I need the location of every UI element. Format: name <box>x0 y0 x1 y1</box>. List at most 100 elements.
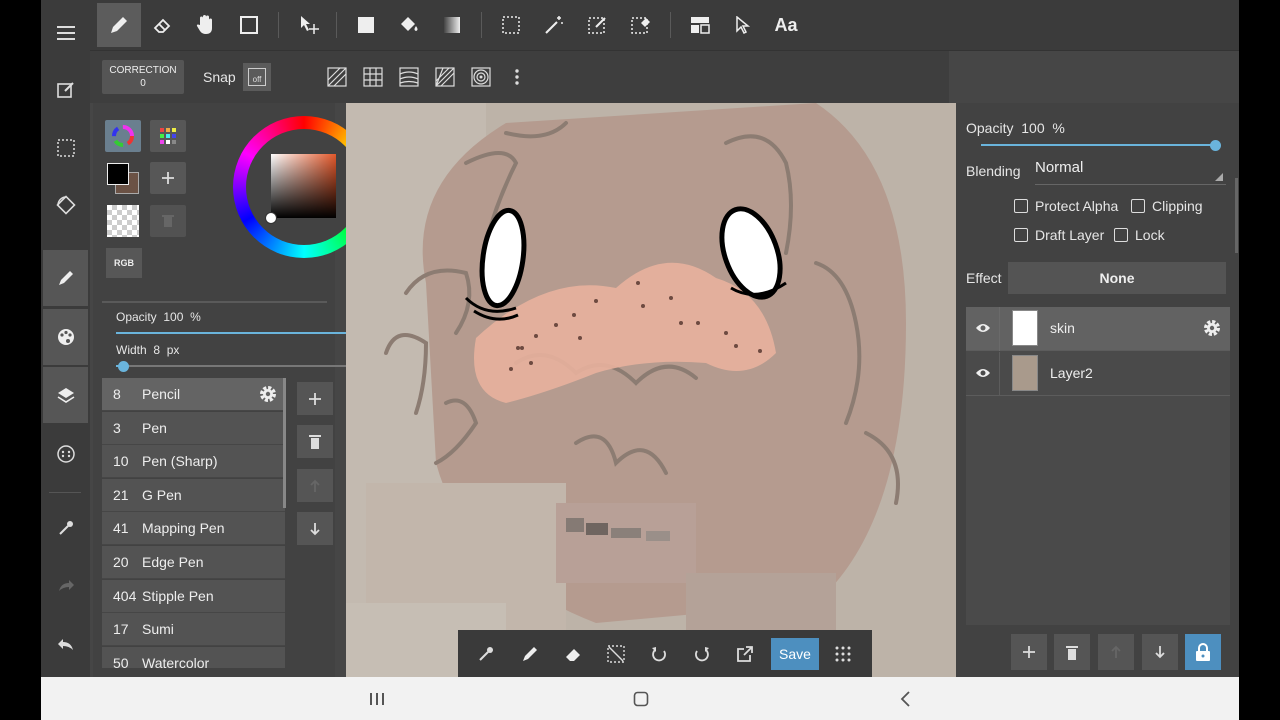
delete-color-button[interactable] <box>150 205 186 237</box>
recent-apps-button[interactable] <box>365 687 389 711</box>
eye-icon[interactable] <box>975 367 991 379</box>
brush-row[interactable]: 21 G Pen <box>102 478 285 512</box>
eye-icon[interactable] <box>975 322 991 334</box>
frame-divider-button[interactable] <box>678 3 722 47</box>
rotate-canvas-button[interactable] <box>43 177 88 233</box>
menu-button[interactable] <box>43 5 88 61</box>
snap-more-button[interactable] <box>503 63 531 91</box>
lock-layer-button[interactable] <box>1185 634 1221 670</box>
selection-pen-button[interactable] <box>576 3 620 47</box>
brush-row[interactable]: 404 Stipple Pen <box>102 579 285 613</box>
text-tool-button[interactable]: Aa <box>764 3 808 47</box>
delete-brush-button[interactable] <box>297 425 333 458</box>
operation-tool-button[interactable] <box>721 3 765 47</box>
brush-row[interactable]: 3 Pen <box>102 411 285 445</box>
snap-perspective-button[interactable] <box>431 63 459 91</box>
undo-button[interactable] <box>43 617 88 673</box>
fill-rect-button[interactable] <box>344 3 388 47</box>
eraser-tool-button[interactable] <box>140 3 184 47</box>
quick-eyedropper-button[interactable] <box>470 638 502 670</box>
save-button[interactable]: Save <box>771 638 819 670</box>
fg-bg-color[interactable] <box>105 160 141 196</box>
foreground-color-swatch[interactable] <box>107 163 129 185</box>
brush-row[interactable]: 17 Sumi <box>102 613 285 647</box>
snap-circle-button[interactable] <box>467 63 495 91</box>
bucket-tool-button[interactable] <box>387 3 431 47</box>
saturation-handle[interactable] <box>265 212 277 224</box>
drawing-canvas[interactable] <box>346 103 956 677</box>
brush-tool-tab[interactable] <box>43 250 88 306</box>
move-brush-down-button[interactable] <box>297 512 333 545</box>
quick-eraser-button[interactable] <box>557 638 589 670</box>
external-link-icon <box>737 646 753 662</box>
brush-row[interactable]: 50 Watercolor <box>102 646 285 668</box>
brush-row[interactable]: 10 Pen (Sharp) <box>102 445 285 479</box>
palette-mode-button[interactable] <box>150 120 186 152</box>
snap-parallel-button[interactable] <box>323 63 351 91</box>
brush-size: 10 <box>113 453 129 470</box>
add-color-button[interactable] <box>150 162 186 194</box>
redo-button[interactable] <box>43 558 88 614</box>
selection-eraser-button[interactable] <box>619 3 663 47</box>
transparent-color-swatch[interactable] <box>107 205 139 237</box>
protect-alpha-checkbox[interactable]: Protect Alpha <box>1014 198 1118 214</box>
delete-layer-button[interactable] <box>1054 634 1090 670</box>
back-button[interactable] <box>893 687 917 711</box>
lock-checkbox[interactable]: Lock <box>1114 227 1165 243</box>
brush-row[interactable]: 20 Edge Pen <box>102 546 285 579</box>
redo-icon <box>58 580 74 591</box>
snap-label: Snap <box>203 69 236 85</box>
eyedropper-button[interactable] <box>43 500 88 556</box>
slider-track[interactable] <box>116 365 361 367</box>
quick-export-button[interactable] <box>729 638 761 670</box>
add-layer-button[interactable] <box>1011 634 1047 670</box>
color-tab[interactable] <box>43 309 88 365</box>
brush-row[interactable]: 41 Mapping Pen <box>102 512 285 546</box>
layer-row-skin[interactable]: skin <box>966 307 1230 351</box>
hand-tool-button[interactable] <box>183 3 227 47</box>
color-wheel-mode-button[interactable] <box>105 120 141 152</box>
quick-deselect-button[interactable] <box>600 638 632 670</box>
draft-layer-checkbox[interactable]: Draft Layer <box>1014 227 1104 243</box>
gear-icon[interactable] <box>258 384 278 404</box>
eraser-icon <box>566 649 580 661</box>
saturation-value-square[interactable] <box>271 154 336 218</box>
move-tool-button[interactable] <box>287 3 331 47</box>
shape-tool-button[interactable] <box>227 3 271 47</box>
move-brush-up-button[interactable] <box>297 469 333 502</box>
slider-knob[interactable] <box>118 360 130 372</box>
magic-wand-button[interactable] <box>532 3 576 47</box>
correction-value: 0 <box>140 78 146 89</box>
quick-redo-button[interactable] <box>686 638 718 670</box>
snap-off-button[interactable]: off <box>243 63 271 91</box>
gradient-tool-button[interactable] <box>430 3 474 47</box>
blending-select[interactable]: Normal <box>1035 159 1226 185</box>
selection-button[interactable] <box>43 120 88 176</box>
quick-pen-button[interactable] <box>514 638 546 670</box>
layer-more-button[interactable] <box>1229 634 1239 670</box>
layer-panel-scrollbar[interactable] <box>1235 178 1238 253</box>
correction-button[interactable]: CORRECTION 0 <box>102 60 184 94</box>
layers-tab[interactable] <box>43 367 88 423</box>
quick-undo-button[interactable] <box>643 638 675 670</box>
slider-knob[interactable] <box>1210 139 1221 151</box>
add-brush-button[interactable] <box>297 382 333 415</box>
brush-list-scrollbar[interactable] <box>283 378 286 508</box>
gear-icon[interactable] <box>1202 318 1222 338</box>
clipping-checkbox[interactable]: Clipping <box>1131 198 1203 214</box>
home-button[interactable] <box>629 687 653 711</box>
brush-opacity-label: Opacity 100 % <box>116 310 201 324</box>
rgb-mode-button[interactable]: RGB <box>106 248 142 278</box>
move-layer-down-button[interactable] <box>1142 634 1178 670</box>
quick-more-button[interactable] <box>827 638 859 670</box>
select-tool-button[interactable] <box>489 3 533 47</box>
layer-row-layer2[interactable]: Layer2 <box>966 352 1230 396</box>
pen-tool-button[interactable] <box>97 3 141 47</box>
snap-grid-button[interactable] <box>359 63 387 91</box>
move-layer-up-button[interactable] <box>1098 634 1134 670</box>
edit-button[interactable] <box>43 62 88 118</box>
snap-curve-button[interactable] <box>395 63 423 91</box>
brush-row[interactable]: 8 Pencil <box>102 378 285 411</box>
materials-button[interactable] <box>43 426 88 482</box>
effect-button[interactable]: None <box>1008 262 1226 294</box>
